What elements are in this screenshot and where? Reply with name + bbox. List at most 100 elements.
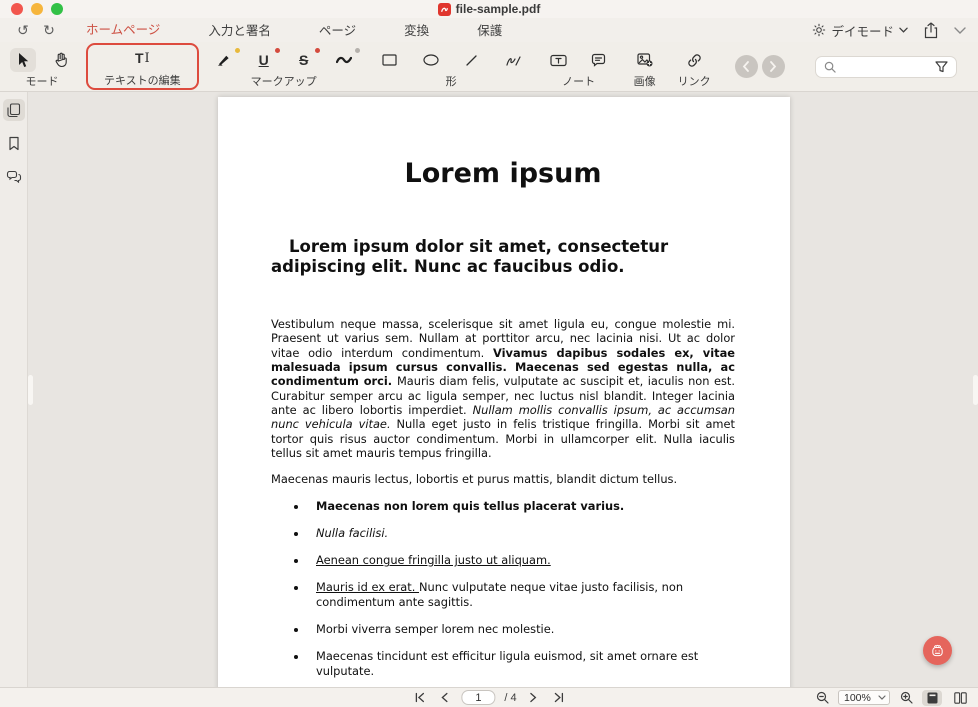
comment-note-button[interactable] bbox=[586, 48, 612, 72]
panel-resize-handle[interactable] bbox=[973, 375, 978, 405]
tab-fill-sign[interactable]: 入力と署名 bbox=[184, 17, 295, 44]
zoom-out-button[interactable] bbox=[814, 690, 830, 706]
freehand-draw-button[interactable] bbox=[500, 48, 526, 72]
marker-pen-button[interactable] bbox=[331, 48, 357, 72]
titlebar: file-sample.pdf bbox=[0, 0, 978, 18]
bullet-list: Maecenas non lorem quis tellus placerat … bbox=[308, 499, 735, 678]
markup-section-label: マークアップ bbox=[251, 76, 317, 88]
document-content: Lorem ipsum Lorem ipsum dolor sit amet, … bbox=[218, 159, 790, 687]
tab-protect[interactable]: 保護 bbox=[453, 17, 526, 44]
tab-home[interactable]: ホームページ bbox=[62, 16, 184, 45]
redo-button[interactable]: ↻ bbox=[36, 20, 62, 40]
thumbnails-panel-button[interactable] bbox=[3, 99, 25, 121]
search-icon bbox=[824, 61, 836, 73]
ai-assistant-button[interactable] bbox=[923, 636, 952, 665]
first-page-button[interactable] bbox=[411, 690, 427, 706]
comments-panel-button[interactable] bbox=[3, 165, 25, 187]
zoom-in-button[interactable] bbox=[898, 690, 914, 706]
line-shape-button[interactable] bbox=[459, 48, 485, 72]
close-window-button[interactable] bbox=[11, 3, 23, 15]
single-page-view-button[interactable] bbox=[922, 690, 942, 706]
document-viewer[interactable]: Lorem ipsum Lorem ipsum dolor sit amet, … bbox=[28, 92, 978, 687]
document-subheading: Lorem ipsum dolor sit amet, consectetur … bbox=[271, 237, 735, 278]
insert-link-button[interactable] bbox=[681, 48, 707, 72]
shapes-section-label: 形 bbox=[446, 76, 457, 88]
notes-section: ノート bbox=[536, 42, 622, 91]
two-page-view-button[interactable] bbox=[950, 690, 970, 706]
list-item: Nulla facilisi. bbox=[308, 526, 735, 541]
tab-pages[interactable]: ページ bbox=[295, 17, 380, 44]
undo-button[interactable]: ↺ bbox=[10, 20, 36, 40]
body-paragraph: Maecenas mauris lectus, lobortis et puru… bbox=[271, 472, 735, 486]
text-edit-label: テキストの編集 bbox=[104, 75, 181, 87]
color-dot bbox=[315, 48, 320, 53]
list-item: Mauris id ex erat. Nunc vulputate neque … bbox=[308, 580, 735, 609]
link-section: リンク bbox=[668, 42, 721, 91]
chevron-down-icon bbox=[899, 27, 908, 33]
rectangle-shape-button[interactable] bbox=[377, 48, 403, 72]
zoom-level-select[interactable]: 100% bbox=[838, 690, 890, 705]
current-page-input[interactable] bbox=[461, 690, 495, 705]
shapes-section: 形 bbox=[367, 42, 536, 91]
mode-section-label: モード bbox=[26, 76, 59, 88]
hand-pan-mode-button[interactable] bbox=[48, 48, 74, 72]
toolbar-pager bbox=[721, 42, 799, 91]
ribbon-tab-row: ↺ ↻ ホームページ 入力と署名 ページ 変換 保護 デイモード bbox=[0, 18, 978, 42]
highlighter-button[interactable] bbox=[211, 48, 237, 72]
bookmarks-panel-button[interactable] bbox=[3, 132, 25, 154]
image-section: 画像 bbox=[622, 42, 668, 91]
page-total-label: / 4 bbox=[504, 692, 516, 704]
zoom-controls: 100% bbox=[814, 690, 970, 706]
color-dot bbox=[275, 48, 280, 53]
filter-funnel-icon[interactable] bbox=[935, 61, 948, 73]
feedback-section: フィードバ bbox=[973, 42, 978, 91]
color-dot bbox=[235, 48, 240, 53]
pdf-page[interactable]: Lorem ipsum Lorem ipsum dolor sit amet, … bbox=[218, 97, 790, 687]
document-filename: file-sample.pdf bbox=[456, 2, 541, 16]
toolbar: モード TI テキストの編集 U S bbox=[0, 42, 978, 92]
search-field[interactable] bbox=[815, 56, 957, 78]
image-section-label: 画像 bbox=[634, 76, 656, 88]
list-item: Maecenas tincidunt est efficitur ligula … bbox=[308, 649, 735, 678]
search-input[interactable] bbox=[842, 60, 929, 74]
share-button[interactable] bbox=[924, 22, 938, 39]
mode-section: モード bbox=[0, 42, 84, 91]
list-item: Maecenas non lorem quis tellus placerat … bbox=[308, 499, 735, 514]
day-mode-label: デイモード bbox=[831, 21, 894, 40]
link-section-label: リンク bbox=[678, 76, 711, 88]
notes-section-label: ノート bbox=[562, 76, 595, 88]
last-page-button[interactable] bbox=[551, 690, 567, 706]
sun-icon bbox=[812, 23, 826, 37]
list-item: Morbi viverra semper lorem nec molestie. bbox=[308, 622, 735, 637]
color-dot bbox=[355, 48, 360, 53]
toolbar-next-button[interactable] bbox=[762, 55, 785, 78]
document-title: Lorem ipsum bbox=[271, 159, 735, 189]
day-mode-selector[interactable]: デイモード bbox=[812, 21, 908, 40]
zoom-window-button[interactable] bbox=[51, 3, 63, 15]
status-bar: / 4 100% bbox=[0, 687, 978, 707]
minimize-window-button[interactable] bbox=[31, 3, 43, 15]
next-page-button[interactable] bbox=[526, 690, 542, 706]
collapse-toolbar-chevron-icon[interactable] bbox=[954, 27, 966, 34]
zoom-level-value: 100% bbox=[844, 692, 871, 704]
ellipse-shape-button[interactable] bbox=[418, 48, 444, 72]
app-window: file-sample.pdf ↺ ↻ ホームページ 入力と署名 ページ 変換 … bbox=[0, 0, 978, 707]
pdf-file-icon bbox=[438, 3, 451, 16]
left-sidebar bbox=[0, 92, 28, 687]
main-area: Lorem ipsum Lorem ipsum dolor sit amet, … bbox=[0, 92, 978, 687]
body-paragraph: Vestibulum neque massa, scelerisque sit … bbox=[271, 317, 735, 461]
window-controls bbox=[11, 3, 63, 15]
page-navigation: / 4 bbox=[411, 690, 566, 706]
list-item: Aenean congue fringilla justo ut aliquam… bbox=[308, 553, 735, 568]
select-mode-button[interactable] bbox=[10, 48, 36, 72]
previous-page-button[interactable] bbox=[436, 690, 452, 706]
sidebar-resize-handle[interactable] bbox=[28, 375, 33, 405]
strikethrough-button[interactable]: S bbox=[291, 48, 317, 72]
toolbar-prev-button[interactable] bbox=[735, 55, 758, 78]
insert-image-button[interactable] bbox=[632, 48, 658, 72]
underline-button[interactable]: U bbox=[251, 48, 277, 72]
tab-convert[interactable]: 変換 bbox=[380, 17, 453, 44]
text-edit-highlight-box: TI テキストの編集 bbox=[86, 43, 199, 90]
text-box-button[interactable] bbox=[546, 48, 572, 72]
text-edit-button[interactable]: TI bbox=[129, 46, 155, 70]
